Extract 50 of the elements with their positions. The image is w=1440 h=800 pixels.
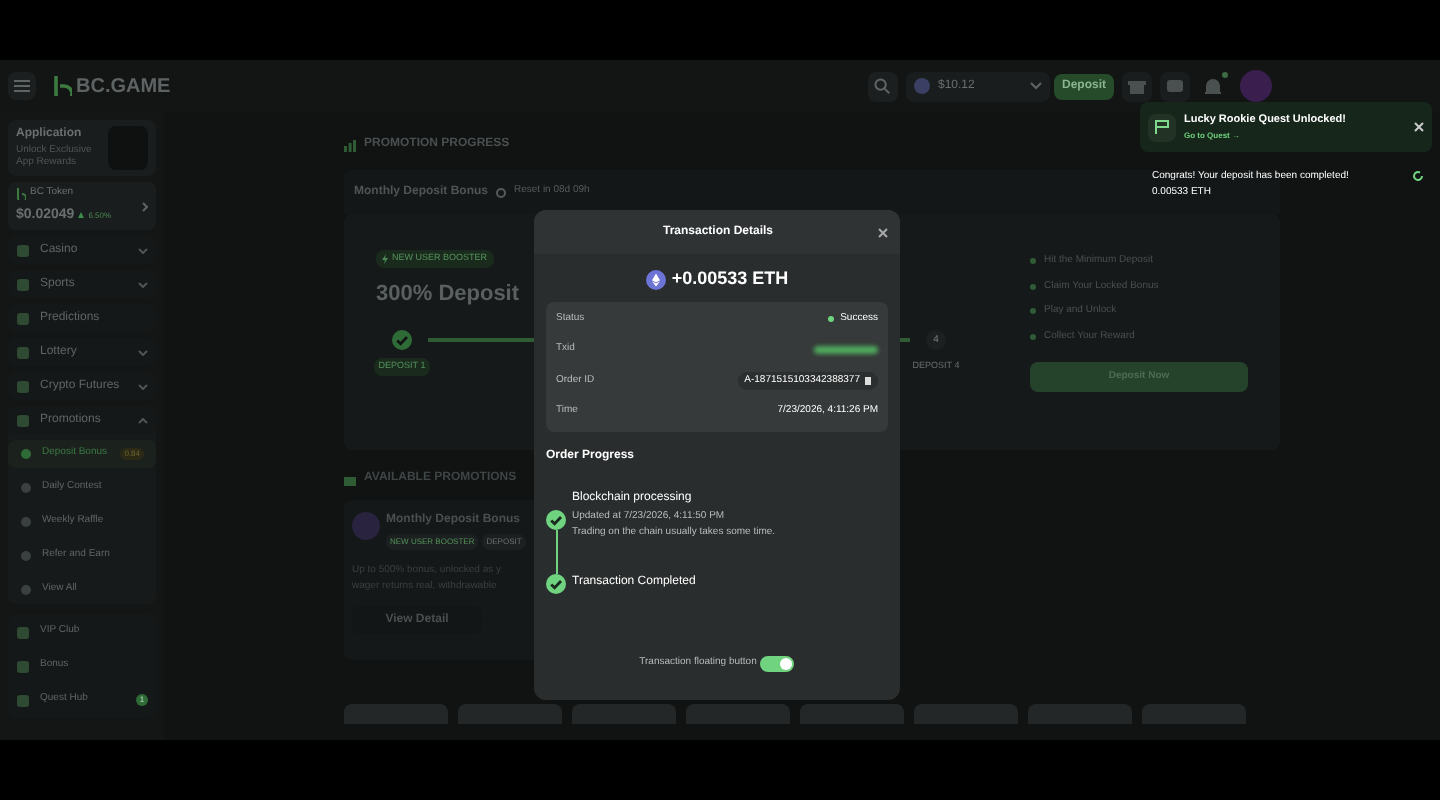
chat-icon <box>1166 77 1184 95</box>
menu-item-icon <box>16 379 30 393</box>
status-dot-icon <box>828 316 835 323</box>
chevron-down-icon <box>1029 82 1042 90</box>
site-logo: BC.GAME <box>76 73 171 101</box>
menu-icon <box>14 80 30 92</box>
search-button[interactable] <box>867 71 898 101</box>
submenu-icon <box>20 550 32 562</box>
amount-text: +0.00533 ETH <box>671 266 789 292</box>
ethereum-icon <box>645 269 666 290</box>
submenu-icon <box>20 448 32 460</box>
menu-item-icon <box>16 693 30 707</box>
promotion-image <box>352 512 380 540</box>
menu-item-icon <box>16 311 30 325</box>
blurred-value <box>814 345 878 354</box>
bullet-icon <box>1030 258 1036 265</box>
bullet-icon <box>1030 283 1036 290</box>
flag-icon <box>1154 120 1170 134</box>
loading-icon <box>1412 170 1424 182</box>
menu-item-icon <box>16 345 30 359</box>
menu-item-icon <box>16 659 30 673</box>
menu-item-icon <box>16 243 30 257</box>
avatar[interactable] <box>1240 70 1272 102</box>
clock-icon <box>496 187 506 197</box>
lightning-icon <box>382 253 388 264</box>
up-arrow-icon <box>78 212 85 219</box>
search-icon <box>874 78 891 94</box>
menu-item-icon <box>16 413 30 427</box>
logo-icon <box>52 76 72 96</box>
bullet-icon <box>1030 308 1036 315</box>
gift-button[interactable] <box>1122 71 1152 101</box>
close-icon <box>878 227 888 237</box>
connector-line <box>555 529 557 573</box>
menu-item-icon <box>16 277 30 291</box>
bullet-icon <box>1030 333 1036 340</box>
token-logo-icon <box>16 187 26 200</box>
menu-button[interactable] <box>8 72 36 100</box>
submenu-icon <box>20 482 32 494</box>
menu-item-icon <box>16 625 30 639</box>
submenu-icon <box>20 584 32 596</box>
chart-icon <box>344 139 356 151</box>
chat-button[interactable] <box>1160 71 1190 101</box>
close-icon <box>1414 122 1424 132</box>
copy-icon <box>864 375 872 386</box>
promo-headline: 300% Deposit <box>376 279 520 310</box>
ethereum-icon <box>913 78 930 94</box>
submenu-icon <box>20 516 32 528</box>
toggle-switch[interactable] <box>760 656 795 672</box>
bell-icon <box>1204 77 1222 95</box>
chevron-right-icon <box>142 201 148 211</box>
